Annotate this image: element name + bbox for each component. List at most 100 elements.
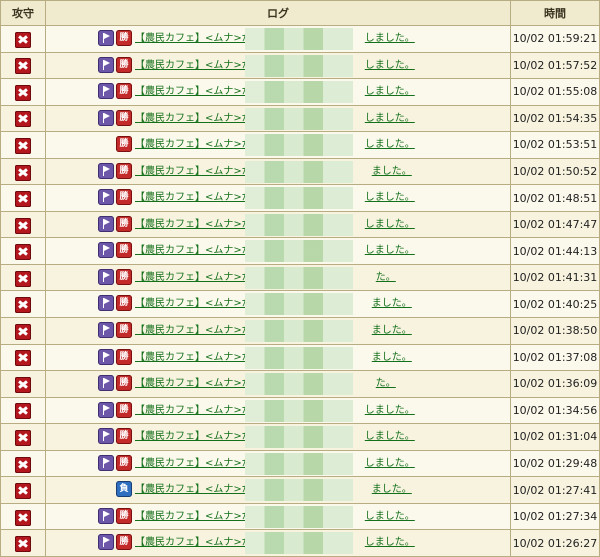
crossed-swords-icon xyxy=(15,376,31,393)
log-prefix: 【農民カフェ】<ムナ>が xyxy=(135,378,252,390)
time-cell: 10/02 01:37:08 xyxy=(510,343,600,372)
crossed-swords-icon xyxy=(15,191,31,208)
redaction-mosaic xyxy=(245,240,353,263)
log-suffix: ました。 xyxy=(371,298,412,310)
flag-icon xyxy=(98,215,114,232)
result-badge: 勝 xyxy=(116,401,132,418)
time-cell: 10/02 01:38:50 xyxy=(510,317,600,345)
attack-cell xyxy=(0,78,46,106)
flag-icon xyxy=(98,401,114,418)
log-suffix: しました。 xyxy=(364,431,415,443)
attack-cell xyxy=(0,210,46,239)
battle-log-table: 攻守 ログ 時間 勝【農民カフェ】<ムナ>が しました。 10/02 01:59:2… xyxy=(0,0,600,557)
log-suffix: しました。 xyxy=(364,86,415,98)
table-row: 勝【農民カフェ】<ムナ>が ました。 10/02 01:50:52 xyxy=(0,157,600,186)
log-suffix: しました。 xyxy=(364,457,415,469)
crossed-swords-icon xyxy=(15,217,31,234)
time-cell: 10/02 01:34:56 xyxy=(510,396,600,425)
attack-cell xyxy=(0,529,46,557)
attack-cell xyxy=(0,51,46,80)
time-cell: 10/02 01:57:52 xyxy=(510,51,600,80)
log-cell: 勝【農民カフェ】<ムナ>が ました。 xyxy=(45,343,511,372)
result-badge: 勝 xyxy=(116,322,132,339)
log-cell: 勝【農民カフェ】<ムナ>が ました。 xyxy=(45,317,511,345)
log-prefix: 【農民カフェ】<ムナ>が xyxy=(135,218,252,230)
flag-icon xyxy=(98,322,114,339)
log-suffix: しました。 xyxy=(364,218,415,230)
redaction-mosaic xyxy=(245,160,353,183)
flag-icon xyxy=(98,30,114,46)
result-badge: 勝 xyxy=(116,56,132,73)
crossed-swords-icon xyxy=(15,536,31,553)
table-row: 勝【農民カフェ】<ムナ>が しました。 10/02 01:54:35 xyxy=(0,104,600,133)
attack-cell xyxy=(0,476,46,504)
header-time: 時間 xyxy=(510,0,600,26)
log-suffix: ました。 xyxy=(371,165,412,177)
flag-icon xyxy=(98,109,114,126)
table-row: 勝【農民カフェ】<ムナ>が しました。 10/02 01:59:21 xyxy=(0,25,600,53)
log-cell: 負【農民カフェ】<ムナ>が ました。 xyxy=(45,476,511,504)
table-row: 勝【農民カフェ】<ムナ>が しました。 10/02 01:47:47 xyxy=(0,210,600,239)
crossed-swords-icon xyxy=(15,111,31,128)
flag-icon xyxy=(98,242,114,259)
time-cell: 10/02 01:44:13 xyxy=(510,237,600,265)
redaction-mosaic xyxy=(245,479,353,502)
result-badge: 勝 xyxy=(116,454,132,471)
crossed-swords-icon xyxy=(15,244,31,261)
result-badge: 勝 xyxy=(116,215,132,232)
log-cell: 勝【農民カフェ】<ムナ>が しました。 xyxy=(45,210,511,239)
log-suffix: ました。 xyxy=(371,325,412,337)
time-cell: 10/02 01:29:48 xyxy=(510,449,600,478)
flag-icon xyxy=(98,83,114,100)
result-badge: 勝 xyxy=(116,109,132,126)
attack-cell xyxy=(0,449,46,478)
crossed-swords-icon xyxy=(15,323,31,340)
log-prefix: 【農民カフェ】<ムナ>が xyxy=(135,245,252,257)
time-cell: 10/02 01:36:09 xyxy=(510,370,600,398)
flag-icon xyxy=(98,454,114,471)
table-row: 勝【農民カフェ】<ムナ>が しました。 10/02 01:26:27 xyxy=(0,529,600,557)
crossed-swords-icon xyxy=(15,137,31,154)
log-cell: 勝【農民カフェ】<ムナ>が た。 xyxy=(45,370,511,398)
log-suffix: しました。 xyxy=(364,537,415,549)
result-badge: 負 xyxy=(116,481,132,498)
result-badge: 勝 xyxy=(116,295,132,312)
log-cell: 勝【農民カフェ】<ムナ>が しました。 xyxy=(45,237,511,265)
result-badge: 勝 xyxy=(116,162,132,179)
log-prefix: 【農民カフェ】<ムナ>が xyxy=(135,510,252,522)
log-cell: 勝【農民カフェ】<ムナ>が しました。 xyxy=(45,502,511,531)
table-row: 勝【農民カフェ】<ムナ>が ました。 10/02 01:38:50 xyxy=(0,317,600,345)
log-prefix: 【農民カフェ】<ムナ>が xyxy=(135,271,252,283)
crossed-swords-icon xyxy=(15,84,31,101)
flag-icon xyxy=(98,534,114,551)
crossed-swords-icon xyxy=(15,429,31,446)
time-cell: 10/02 01:31:04 xyxy=(510,423,600,451)
result-badge: 勝 xyxy=(116,375,132,392)
log-cell: 勝【農民カフェ】<ムナ>が しました。 xyxy=(45,51,511,80)
table-row: 勝【農民カフェ】<ムナ>が しました。 10/02 01:29:48 xyxy=(0,449,600,478)
table-row: 負【農民カフェ】<ムナ>が ました。 10/02 01:27:41 xyxy=(0,476,600,504)
table-row: 勝【農民カフェ】<ムナ>が た。 10/02 01:36:09 xyxy=(0,370,600,398)
table-row: 勝【農民カフェ】<ムナ>が しました。 10/02 01:57:52 xyxy=(0,51,600,80)
attack-cell xyxy=(0,237,46,265)
log-prefix: 【農民カフェ】<ムナ>が xyxy=(135,351,252,363)
result-badge: 勝 xyxy=(116,83,132,100)
flag-icon xyxy=(98,268,114,285)
attack-cell xyxy=(0,263,46,292)
crossed-swords-icon xyxy=(15,350,31,367)
table-row: 勝【農民カフェ】<ムナ>が しました。 10/02 01:31:04 xyxy=(0,423,600,451)
time-cell: 10/02 01:26:27 xyxy=(510,529,600,557)
flag-icon xyxy=(98,507,114,524)
log-suffix: しました。 xyxy=(364,245,415,257)
redaction-mosaic xyxy=(245,266,353,289)
result-badge: 勝 xyxy=(116,507,132,524)
log-cell: 勝【農民カフェ】<ムナ>が ました。 xyxy=(45,157,511,186)
flag-icon xyxy=(98,428,114,445)
crossed-swords-icon xyxy=(15,31,31,48)
log-prefix: 【農民カフェ】<ムナ>が xyxy=(135,537,252,549)
redaction-mosaic xyxy=(245,187,353,210)
attack-cell xyxy=(0,290,46,319)
log-cell: 勝【農民カフェ】<ムナ>が しました。 xyxy=(45,449,511,478)
redaction-mosaic xyxy=(245,54,353,77)
log-prefix: 【農民カフェ】<ムナ>が xyxy=(135,404,252,416)
